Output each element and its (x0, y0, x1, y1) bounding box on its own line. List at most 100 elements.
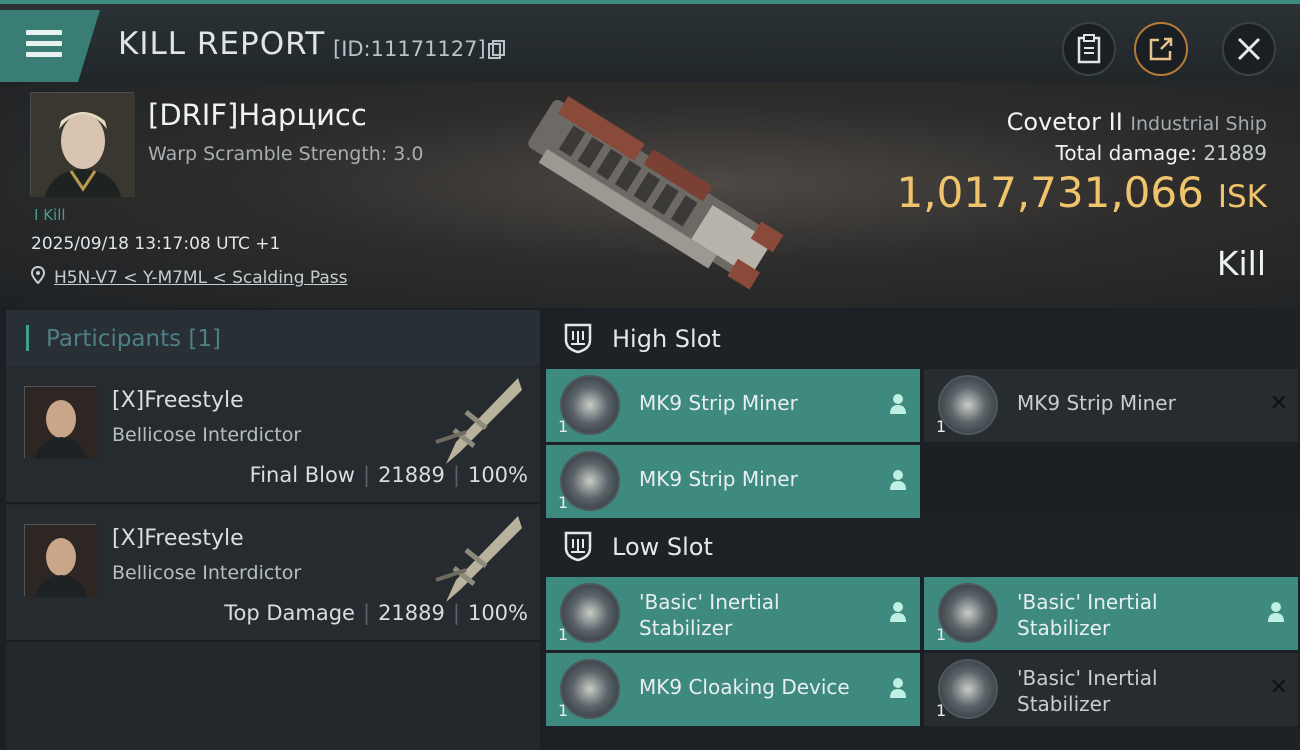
participant-ship: Bellicose Interdictor (112, 424, 302, 446)
participants-title: Participants [1] (46, 326, 221, 352)
total-damage: Total damage: 21889 (1056, 141, 1267, 165)
victim-avatar (31, 93, 135, 197)
participant-stats: Top Damage | 21889 | 100% (224, 601, 528, 625)
menu-button[interactable] (0, 10, 100, 82)
person-icon (890, 470, 906, 490)
participant-name: [X]Freestyle (112, 526, 244, 551)
inertial-stabilizer-icon (560, 583, 620, 643)
module-item[interactable]: 1 'Basic' Inertial Stabilizer (924, 577, 1298, 650)
strip-miner-icon (560, 451, 620, 511)
low-slot-title: Low Slot (612, 533, 713, 561)
module-item[interactable]: 1 MK9 Strip Miner (546, 445, 920, 518)
kill-outcome: Kill (1216, 244, 1266, 283)
person-icon (890, 394, 906, 414)
module-qty: 1 (936, 625, 947, 644)
high-slot-header: High Slot (546, 310, 1300, 368)
victim-ship-name: Covetor II (1006, 108, 1123, 136)
strip-miner-icon (938, 375, 998, 435)
high-slot-title: High Slot (612, 325, 721, 353)
total-damage-label: Total damage: (1055, 141, 1198, 165)
module-item[interactable]: 1 'Basic' Inertial Stabilizer (546, 577, 920, 650)
stat-separator: | (362, 463, 371, 487)
cloaking-device-icon (560, 659, 620, 719)
module-name: 'Basic' Inertial Stabilizer (1017, 590, 1158, 640)
person-icon (890, 602, 906, 622)
participant-name: [X]Freestyle (112, 388, 244, 413)
participant-percent: 100% (467, 601, 528, 625)
kill-datetime: 2025/09/18 13:17:08 UTC +1 (31, 234, 281, 254)
module-item[interactable]: 1 MK9 Strip Miner ✕ (924, 369, 1298, 442)
x-mark-icon: ✕ (1269, 391, 1288, 416)
module-qty: 1 (936, 701, 947, 720)
isk-value: 1,017,731,066 ISK (897, 168, 1267, 217)
participant-card[interactable]: [X]Freestyle Bellicose Interdictor Top D… (6, 506, 540, 642)
module-name: MK9 Strip Miner (639, 391, 798, 415)
participant-card[interactable]: [X]Freestyle Bellicose Interdictor Final… (6, 368, 540, 504)
module-qty: 1 (558, 493, 569, 512)
participant-damage: 21889 (378, 463, 445, 487)
inertial-stabilizer-icon (938, 583, 998, 643)
module-qty: 1 (558, 625, 569, 644)
victim-ship-class: Industrial Ship (1130, 113, 1267, 135)
report-id: [ID:11171127] (333, 37, 486, 61)
header-accent-bar (26, 325, 29, 351)
stat-separator: | (362, 601, 371, 625)
isk-amount: 1,017,731,066 (896, 168, 1204, 217)
module-name: MK9 Strip Miner (1017, 391, 1176, 415)
close-button[interactable] (1222, 22, 1276, 76)
hamburger-menu-icon (26, 30, 62, 63)
participant-ship-image (435, 378, 522, 464)
kill-location-link[interactable]: H5N-V7 < Y-M7ML < Scalding Pass (54, 268, 348, 288)
stat-separator: | (452, 601, 460, 625)
participant-percent: 100% (467, 463, 528, 487)
participant-avatar (24, 386, 97, 459)
person-icon (890, 678, 906, 698)
module-item[interactable]: 1 'Basic' Inertial Stabilizer ✕ (924, 653, 1298, 726)
participants-count: [1] (188, 326, 222, 352)
warp-scramble-strength: Warp Scramble Strength: 3.0 (148, 143, 424, 165)
participant-stats: Final Blow | 21889 | 100% (250, 463, 528, 487)
location-pin-icon (31, 266, 45, 284)
person-icon (1268, 602, 1284, 622)
slot-shield-icon (564, 323, 592, 354)
victim-portrait[interactable] (30, 92, 135, 197)
copy-icon[interactable] (488, 40, 506, 60)
module-item[interactable]: 1 MK9 Cloaking Device (546, 653, 920, 726)
strip-miner-icon (560, 375, 620, 435)
next-slot-header-partial (546, 728, 1300, 750)
participant-damage: 21889 (378, 601, 445, 625)
kill-count-label: I Kill (34, 206, 66, 224)
module-qty: 1 (558, 701, 569, 720)
module-name: MK9 Cloaking Device (639, 675, 850, 699)
victim-name: [DRIF]Нарцисс (148, 98, 367, 132)
top-bar: KILL REPORT [ID:11171127] (0, 0, 1300, 82)
participants-label: Participants (46, 326, 182, 352)
clipboard-button[interactable] (1062, 22, 1116, 76)
victim-ship-image (528, 96, 784, 290)
participants-header: Participants [1] (6, 310, 540, 366)
stat-separator: | (452, 463, 460, 487)
module-name: MK9 Strip Miner (639, 467, 798, 491)
participant-avatar (24, 524, 97, 597)
low-slot-header: Low Slot (546, 518, 1300, 576)
participant-ship-image (435, 516, 522, 602)
share-button[interactable] (1134, 22, 1188, 76)
participant-ship: Bellicose Interdictor (112, 562, 302, 584)
x-mark-icon: ✕ (1269, 675, 1288, 700)
module-qty: 1 (936, 417, 947, 436)
participant-role: Final Blow (249, 463, 355, 487)
clipboard-icon (1077, 34, 1101, 64)
slot-shield-icon (564, 531, 592, 562)
module-name: 'Basic' Inertial Stabilizer (1017, 666, 1158, 716)
close-icon (1237, 37, 1261, 61)
isk-currency: ISK (1217, 179, 1267, 215)
share-icon (1149, 37, 1173, 61)
module-qty: 1 (558, 417, 569, 436)
module-name: 'Basic' Inertial Stabilizer (639, 590, 780, 640)
participant-role: Top Damage (224, 601, 355, 625)
inertial-stabilizer-icon (938, 659, 998, 719)
module-item[interactable]: 1 MK9 Strip Miner (546, 369, 920, 442)
victim-ship-info: Covetor II Industrial Ship (1007, 108, 1267, 136)
page-title: KILL REPORT (118, 26, 326, 62)
total-damage-value: 21889 (1203, 141, 1267, 165)
